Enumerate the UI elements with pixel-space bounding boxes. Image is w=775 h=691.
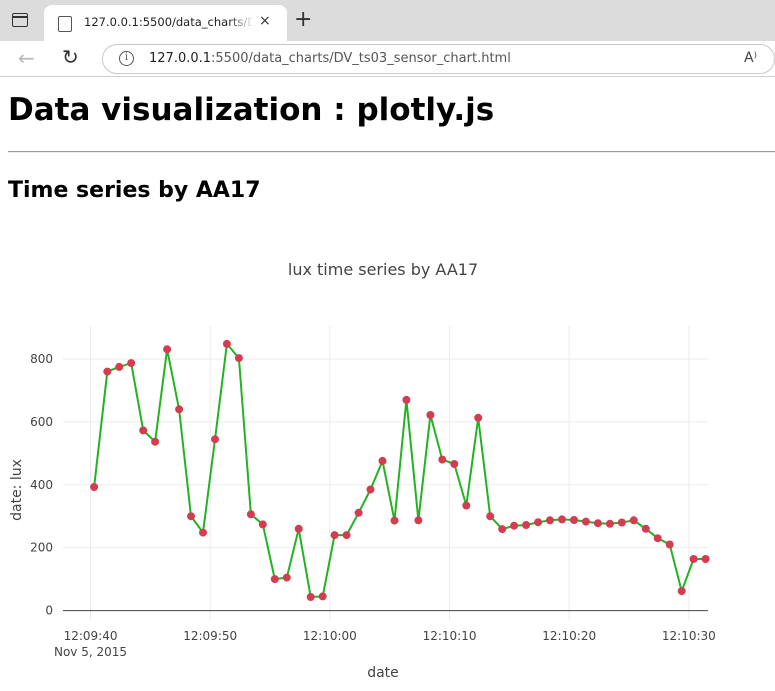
data-point[interactable] bbox=[510, 521, 519, 530]
data-point[interactable] bbox=[378, 456, 387, 465]
data-point[interactable] bbox=[546, 516, 554, 525]
tab-actions-icon[interactable] bbox=[12, 13, 28, 27]
address-bar[interactable]: i 127.0.0.1:5500/data_charts/DV_ts03_sen… bbox=[102, 44, 775, 74]
site-info-icon[interactable]: i bbox=[119, 51, 134, 66]
data-point[interactable] bbox=[90, 483, 99, 491]
new-tab-button[interactable]: + bbox=[294, 8, 312, 32]
data-point[interactable] bbox=[593, 519, 602, 528]
y-tick-label: 0 bbox=[45, 604, 53, 618]
back-button[interactable]: ← bbox=[18, 46, 35, 70]
data-point[interactable] bbox=[342, 531, 351, 540]
y-tick-label: 400 bbox=[30, 478, 53, 492]
data-point[interactable] bbox=[139, 426, 148, 435]
reload-button[interactable]: ↻ bbox=[62, 45, 79, 69]
data-point[interactable] bbox=[701, 555, 710, 563]
data-point[interactable] bbox=[318, 592, 327, 601]
data-point[interactable] bbox=[294, 524, 303, 533]
data-point[interactable] bbox=[498, 525, 507, 534]
data-point[interactable] bbox=[653, 534, 662, 543]
data-point[interactable] bbox=[306, 593, 315, 601]
data-point[interactable] bbox=[175, 405, 184, 414]
x-axis-title: date bbox=[367, 665, 399, 681]
data-point[interactable] bbox=[558, 515, 566, 524]
x-tick-label: 12:10:20 bbox=[542, 629, 596, 643]
page-icon bbox=[58, 16, 72, 32]
y-axis-title: date: lux bbox=[9, 459, 25, 521]
y-axis: 0 200 400 600 800 bbox=[30, 352, 53, 618]
data-point[interactable] bbox=[689, 555, 698, 563]
y-tick-label: 600 bbox=[30, 415, 53, 429]
data-point[interactable] bbox=[187, 512, 195, 521]
x-tick-label: 12:10:00 bbox=[303, 629, 357, 643]
section-title: Time series by AA17 bbox=[8, 178, 261, 203]
data-point[interactable] bbox=[414, 516, 423, 525]
data-point[interactable] bbox=[641, 524, 650, 533]
chart-title: lux time series by AA17 bbox=[288, 260, 478, 279]
close-tab-icon[interactable]: × bbox=[259, 13, 271, 29]
data-point[interactable] bbox=[665, 540, 674, 549]
data-point[interactable] bbox=[330, 531, 339, 540]
url-path: :5500/data_charts/DV_ts03_sensor_chart.h… bbox=[211, 51, 511, 66]
data-point[interactable] bbox=[522, 521, 531, 529]
data-point[interactable] bbox=[163, 345, 172, 354]
data-point[interactable] bbox=[486, 512, 495, 521]
x-tick-label: 12:09:50 bbox=[183, 629, 237, 643]
data-point[interactable] bbox=[617, 518, 626, 527]
data-point[interactable] bbox=[103, 367, 112, 376]
series-polyline bbox=[93, 342, 706, 598]
y-tick-label: 200 bbox=[30, 541, 53, 555]
data-point[interactable] bbox=[127, 359, 136, 368]
data-point[interactable] bbox=[605, 519, 614, 528]
lux-time-series-chart: 0 200 400 600 800 12:09:40 Nov 5, 2015 12:09:5… bbox=[9, 260, 716, 681]
data-point[interactable] bbox=[581, 517, 590, 526]
x-axis: 12:09:40 Nov 5, 2015 12:09:50 12:10:00 12:10… bbox=[54, 610, 716, 659]
data-point[interactable] bbox=[258, 520, 267, 529]
data-point[interactable] bbox=[677, 587, 686, 596]
data-point[interactable] bbox=[234, 354, 243, 363]
url-text[interactable]: 127.0.0.1:5500/data_charts/DV_ts03_senso… bbox=[149, 51, 511, 66]
data-point[interactable] bbox=[462, 501, 471, 510]
tab-title: 127.0.0.1:5500/data_charts/DV_ts03_senso… bbox=[84, 15, 254, 29]
page-title: Data visualization : plotly.js bbox=[8, 92, 495, 128]
x-tick-sublabel: Nov 5, 2015 bbox=[54, 645, 127, 659]
data-point[interactable] bbox=[534, 518, 543, 527]
data-point[interactable] bbox=[151, 437, 160, 446]
data-point[interactable] bbox=[474, 413, 483, 422]
read-aloud-icon[interactable]: A⁾ bbox=[744, 50, 757, 66]
data-point[interactable] bbox=[402, 395, 411, 404]
data-point[interactable] bbox=[426, 411, 435, 419]
x-tick-label: 12:10:30 bbox=[662, 629, 716, 643]
horizontal-rule bbox=[8, 151, 775, 153]
data-point[interactable] bbox=[199, 528, 207, 537]
browser-toolbar: ← ↻ i 127.0.0.1:5500/data_charts/DV_ts03… bbox=[0, 41, 775, 77]
data-point[interactable] bbox=[438, 455, 447, 464]
data-point[interactable] bbox=[282, 573, 291, 582]
browser-tab-strip: 127.0.0.1:5500/data_charts/DV_ts03_senso… bbox=[0, 0, 775, 41]
data-point[interactable] bbox=[390, 516, 399, 525]
data-point[interactable] bbox=[270, 575, 279, 584]
series-line bbox=[93, 342, 706, 598]
y-tick-label: 800 bbox=[30, 352, 53, 366]
browser-tab[interactable]: 127.0.0.1:5500/data_charts/DV_ts03_senso… bbox=[44, 5, 287, 41]
data-point[interactable] bbox=[211, 435, 219, 444]
data-point[interactable] bbox=[366, 485, 375, 494]
data-point[interactable] bbox=[570, 516, 578, 524]
x-tick-label: 12:10:10 bbox=[423, 629, 477, 643]
data-point[interactable] bbox=[450, 460, 459, 468]
data-point[interactable] bbox=[246, 510, 255, 519]
data-point[interactable] bbox=[629, 516, 638, 525]
data-point[interactable] bbox=[222, 339, 231, 348]
data-point[interactable] bbox=[354, 508, 363, 517]
url-host: 127.0.0.1 bbox=[149, 51, 212, 66]
data-point[interactable] bbox=[115, 362, 124, 371]
x-tick-label: 12:09:40 bbox=[64, 629, 118, 643]
